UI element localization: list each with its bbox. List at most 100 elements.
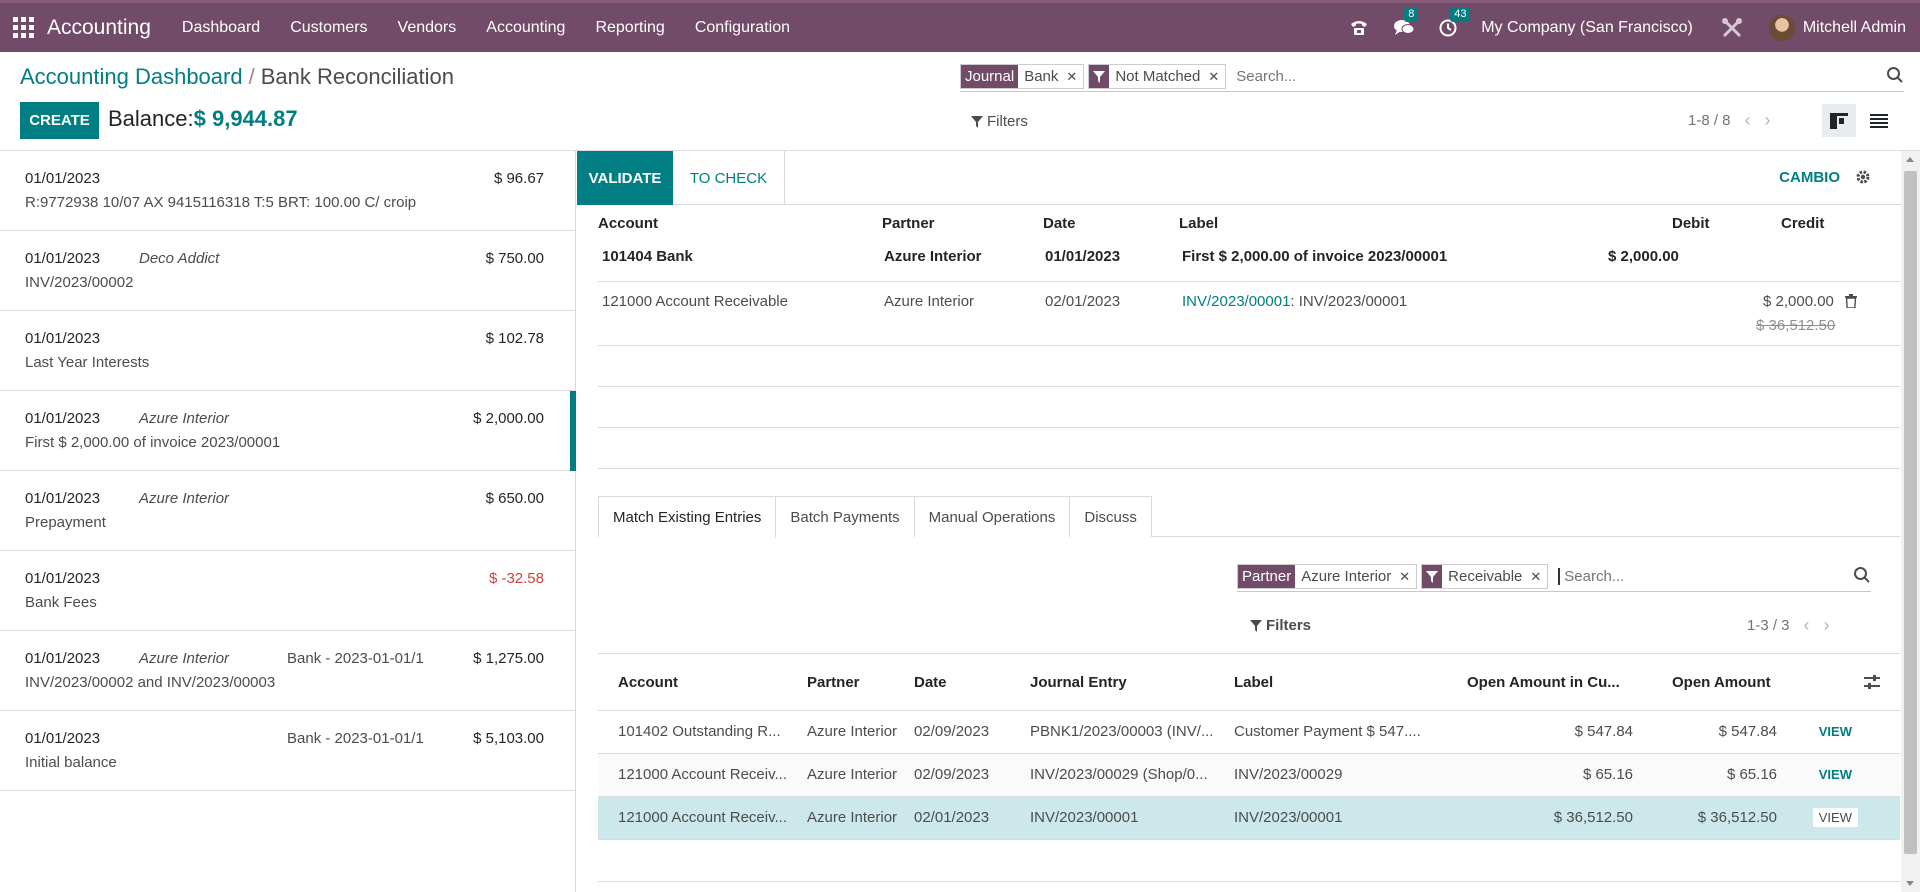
pager-value[interactable]: 1-8 / 8	[1688, 112, 1731, 129]
facet-value: Receivable	[1448, 568, 1523, 585]
to-check-button[interactable]: TO CHECK	[673, 151, 785, 205]
view-button[interactable]: VIEW	[1812, 808, 1858, 827]
scrollbar-thumb[interactable]	[1904, 171, 1917, 854]
line-date: 01/01/2023	[25, 170, 101, 187]
statement-line-selected[interactable]: 01/01/2023 Azure Interior $ 2,000.00 Fir…	[0, 391, 576, 471]
cell-date: 02/01/2023	[1045, 293, 1121, 310]
search-input[interactable]	[1236, 68, 1904, 85]
facet-remove-icon[interactable]: ✕	[1528, 565, 1547, 588]
line-amount: $ 5,103.00	[473, 730, 544, 747]
match-filters-dropdown[interactable]: Filters	[1250, 617, 1311, 634]
col-journal-entry[interactable]: Journal Entry	[1030, 674, 1127, 691]
tab-discuss[interactable]: Discuss	[1069, 496, 1152, 537]
search-facet-journal: Journal Bank ✕	[960, 64, 1085, 89]
menu-dashboard[interactable]: Dashboard	[167, 19, 275, 37]
col-label[interactable]: Label	[1234, 674, 1273, 691]
match-search-input[interactable]	[1558, 568, 1871, 585]
facet-value: Not Matched	[1115, 68, 1201, 85]
cell-date: 02/09/2023	[914, 766, 990, 783]
search-icon[interactable]	[1853, 566, 1871, 588]
col-date[interactable]: Date	[914, 674, 947, 691]
scroll-up-icon[interactable]	[1906, 157, 1914, 162]
statement-line[interactable]: 01/01/2023 $ 96.67 R:9772938 10/07 AX 94…	[0, 151, 575, 231]
scroll-down-icon[interactable]	[1906, 881, 1914, 886]
facet-remove-icon[interactable]: ✕	[1064, 65, 1083, 88]
chevron-right-icon[interactable]: ›	[1824, 615, 1830, 636]
breadcrumb-parent[interactable]: Accounting Dashboard	[20, 64, 243, 89]
table-header: Account Partner Date Journal Entry Label…	[598, 653, 1900, 711]
facet-remove-icon[interactable]: ✕	[1397, 565, 1416, 588]
facet-remove-icon[interactable]: ✕	[1206, 65, 1225, 88]
systray: 8 43 My Company (San Francisco) Mitchell…	[1337, 3, 1906, 52]
col-partner[interactable]: Partner	[807, 674, 860, 691]
gear-icon[interactable]	[1855, 169, 1871, 189]
phone-icon[interactable]	[1349, 19, 1369, 37]
validate-button[interactable]: VALIDATE	[577, 151, 673, 205]
line-date: 01/01/2023	[25, 410, 101, 427]
tab-manual-operations[interactable]: Manual Operations	[913, 496, 1071, 537]
statement-line[interactable]: 01/01/2023 $ 102.78 Last Year Interests	[0, 311, 575, 391]
pager-value[interactable]: 1-3 / 3	[1747, 617, 1790, 634]
list-view-icon[interactable]	[1862, 104, 1896, 137]
table-row[interactable]: 101402 Outstanding R... Azure Interior 0…	[598, 711, 1900, 754]
tab-match-existing[interactable]: Match Existing Entries	[598, 496, 777, 538]
table-header: Account Partner Date Label Debit Credit	[598, 205, 1900, 241]
search-icon[interactable]	[1886, 66, 1904, 88]
messages-icon[interactable]: 8	[1393, 6, 1419, 37]
chevron-left-icon[interactable]: ‹	[1745, 110, 1751, 131]
statement-line[interactable]: 01/01/2023 $ -32.58 Bank Fees	[0, 551, 575, 631]
invoice-link[interactable]: INV/2023/00001	[1182, 293, 1290, 310]
line-date: 01/01/2023	[25, 570, 101, 587]
line-amount: $ 1,275.00	[473, 650, 544, 667]
messages-badge: 8	[1404, 6, 1419, 22]
trash-icon[interactable]	[1845, 294, 1857, 312]
col-open-amount-currency[interactable]: Open Amount in Cu...	[1467, 674, 1620, 691]
view-button[interactable]: VIEW	[1813, 765, 1858, 784]
create-button[interactable]: CREATE	[20, 102, 99, 139]
app-name[interactable]: Accounting	[47, 16, 151, 40]
cell-open-amount: $ 547.84	[1718, 723, 1777, 740]
main-menu: Dashboard Customers Vendors Accounting R…	[167, 19, 805, 37]
statement-line[interactable]: 01/01/2023 Azure Interior Bank - 2023-01…	[0, 631, 575, 711]
menu-configuration[interactable]: Configuration	[680, 19, 805, 37]
table-row[interactable]: 121000 Account Receiv... Azure Interior …	[598, 754, 1900, 797]
breadcrumb-current: Bank Reconciliation	[260, 64, 454, 89]
chevron-left-icon[interactable]: ‹	[1804, 615, 1810, 636]
cell-label: INV/2023/00001	[1234, 809, 1343, 826]
optional-columns-icon[interactable]	[1864, 675, 1880, 693]
activities-clock-icon[interactable]: 43	[1439, 6, 1471, 37]
line-label: INV/2023/00002	[25, 274, 134, 291]
user-avatar[interactable]	[1768, 14, 1795, 41]
apps-menu-icon[interactable]	[13, 16, 35, 39]
col-label: Label	[1179, 215, 1219, 232]
cambio-button[interactable]: CAMBIO	[1779, 169, 1840, 186]
line-label: INV/2023/00002 and INV/2023/00003	[25, 674, 276, 691]
statement-line[interactable]: 01/01/2023 Deco Addict $ 750.00 INV/2023…	[0, 231, 575, 311]
col-account[interactable]: Account	[618, 674, 678, 691]
line-reference: Bank - 2023-01-01/1	[287, 650, 424, 667]
col-open-amount[interactable]: Open Amount	[1672, 674, 1771, 691]
menu-reporting[interactable]: Reporting	[580, 19, 679, 37]
menu-vendors[interactable]: Vendors	[383, 19, 472, 37]
table-row-selected[interactable]: 121000 Account Receiv... Azure Interior …	[598, 797, 1900, 840]
cell-credit[interactable]: $ 2,000.00	[1763, 293, 1834, 310]
chevron-right-icon[interactable]: ›	[1765, 110, 1771, 131]
company-switcher[interactable]: My Company (San Francisco)	[1481, 19, 1693, 37]
bank-line-row: 101404 Bank Azure Interior 01/01/2023 Fi…	[598, 241, 1900, 282]
tools-icon[interactable]	[1721, 17, 1743, 39]
tab-batch-payments[interactable]: Batch Payments	[775, 496, 915, 537]
user-menu[interactable]: Mitchell Admin	[1803, 19, 1906, 37]
statement-line[interactable]: 01/01/2023 Azure Interior $ 650.00 Prepa…	[0, 471, 575, 551]
balance-value: $ 9,944.87	[193, 106, 298, 131]
facet-label: Journal	[961, 65, 1019, 88]
vertical-scrollbar[interactable]	[1901, 151, 1920, 892]
menu-customers[interactable]: Customers	[275, 19, 382, 37]
line-partner: Azure Interior	[139, 410, 230, 427]
view-button[interactable]: VIEW	[1813, 722, 1858, 741]
kanban-view-icon[interactable]	[1822, 104, 1856, 137]
counterpart-line-row[interactable]: 121000 Account Receivable Azure Interior…	[598, 282, 1900, 346]
line-amount: $ 750.00	[485, 250, 544, 267]
filters-dropdown[interactable]: Filters	[971, 113, 1028, 130]
menu-accounting[interactable]: Accounting	[471, 19, 580, 37]
statement-line[interactable]: 01/01/2023 Bank - 2023-01-01/1 $ 5,103.0…	[0, 711, 575, 791]
